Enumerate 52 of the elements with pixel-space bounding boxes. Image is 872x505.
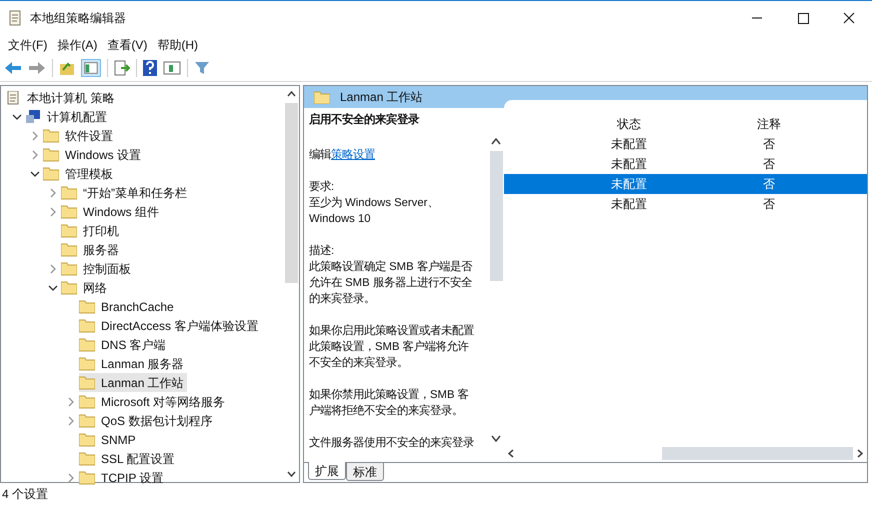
description-text: 此策略设置，SMB 客户端将允许 (309, 339, 469, 355)
tree-item[interactable]: DNS 客户端 (79, 335, 169, 354)
tree-item[interactable]: 计算机配置 (25, 107, 110, 126)
tree-item[interactable]: 服务器 (61, 240, 122, 259)
tree-item[interactable]: 控制面板 (61, 259, 134, 278)
description-text: 不安全的来宾登录。 (309, 355, 408, 371)
table-row[interactable]: 未配置 否 (504, 154, 867, 174)
description-text: 文件服务器使用不安全的来宾登录 (309, 435, 474, 451)
tree-item[interactable]: Lanman 工作站 (79, 373, 187, 392)
description-text: Windows 10 (309, 212, 371, 227)
window-title: 本地组策略编辑器 (30, 10, 126, 27)
description-text: 如果你禁用此策略设置，SMB 客 (309, 387, 469, 403)
description-text: 如果你启用此策略设置或者未配置 (309, 324, 474, 339)
description-text: 至少为 Windows Server、 (309, 196, 438, 211)
tree-item[interactable]: SSL 配置设置 (79, 449, 178, 468)
tree-item[interactable]: 管理模板 (43, 164, 116, 183)
tree-item[interactable]: 软件设置 (43, 126, 116, 145)
status-text: 4 个设置 (2, 486, 48, 503)
setting-title: 启用不安全的来宾登录 (309, 112, 420, 128)
edit-label: 编辑 (309, 148, 331, 163)
menu-item[interactable]: 帮助(H) (153, 35, 202, 55)
tree-item[interactable]: 打印机 (61, 221, 122, 240)
policy-settings-link[interactable]: 策略设置 (331, 147, 375, 163)
tree-item[interactable]: Lanman 服务器 (79, 354, 187, 373)
view-tab[interactable]: 标准 (346, 463, 384, 481)
tree-item[interactable]: SNMP (79, 430, 139, 449)
tree-item[interactable]: 网络 (61, 278, 110, 297)
tree-item[interactable]: Windows 设置 (43, 145, 144, 164)
section-title: Lanman 工作站 (340, 89, 423, 106)
tree-item[interactable]: Windows 组件 (61, 202, 162, 221)
column-header[interactable]: 注释 (679, 115, 859, 133)
tree-item[interactable]: 本地计算机 策略 (5, 88, 118, 107)
menu-item[interactable]: 文件(F) (4, 35, 52, 55)
tree-item[interactable]: TCPIP 设置 (79, 468, 166, 487)
table-row[interactable]: 未配置 否 (504, 194, 867, 214)
tree-item[interactable]: Microsoft 对等网络服务 (79, 392, 228, 411)
description-text: 允许在 SMB 服务器上进行不安全 (309, 276, 472, 291)
menu-item[interactable]: 操作(A) (53, 35, 102, 55)
view-tab[interactable]: 扩展 (308, 462, 346, 480)
table-row[interactable]: 未配置 否 (504, 174, 867, 194)
description-text: 描述: (309, 244, 334, 259)
tree-item[interactable]: QoS 数据包计划程序 (79, 411, 216, 430)
tree-item[interactable]: “开始”菜单和任务栏 (61, 183, 190, 202)
table-row[interactable]: 未配置 否 (504, 134, 867, 154)
description-text: 要求: (309, 180, 334, 195)
menu-item[interactable]: 查看(V) (103, 35, 152, 55)
tree-item[interactable]: BranchCache (79, 297, 177, 316)
tree-item[interactable]: DirectAccess 客户端体验设置 (79, 316, 262, 335)
column-header[interactable]: 状态 (579, 115, 679, 133)
description-text: 的来宾登录。 (309, 291, 375, 307)
description-text: 此策略设置确定 SMB 客户端是否 (309, 259, 472, 275)
description-text: 户端将拒绝不安全的来宾登录。 (309, 403, 463, 419)
